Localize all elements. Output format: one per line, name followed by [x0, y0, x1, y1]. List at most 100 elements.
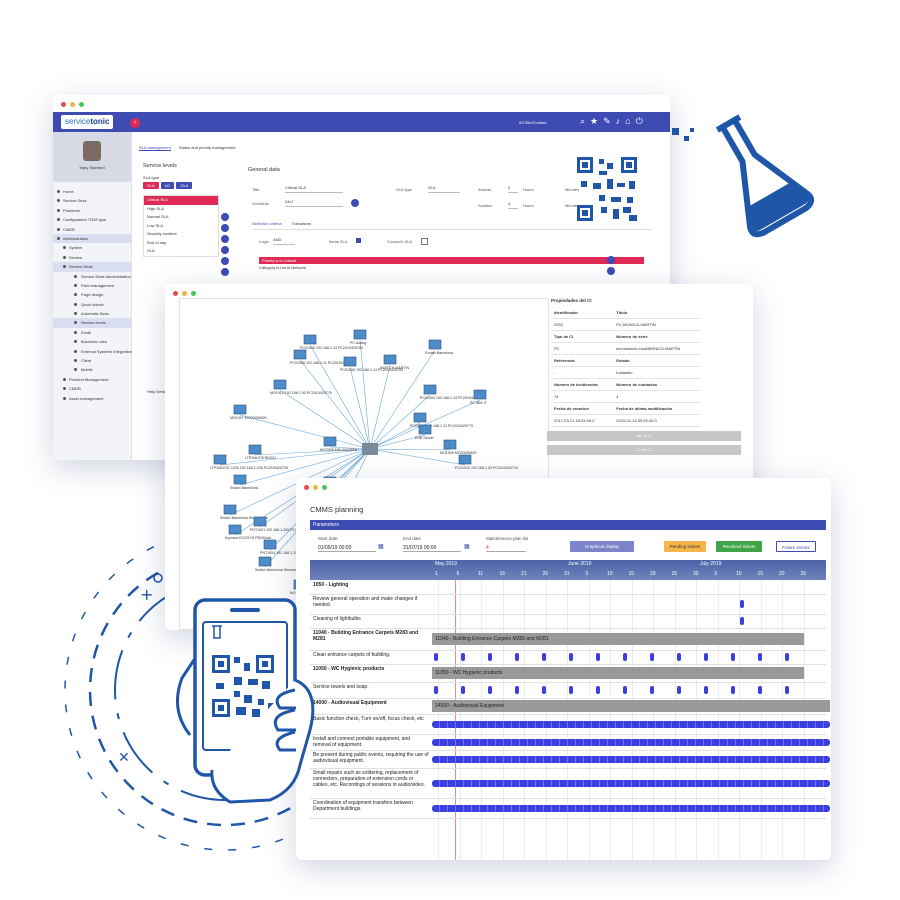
sidebar-item[interactable]: Asset management [53, 394, 131, 403]
sidebar-item[interactable]: Field management [53, 281, 131, 290]
gantt-row[interactable]: Cleaning of lightbulbs [310, 614, 826, 629]
logic-select[interactable]: AND [273, 237, 295, 245]
minimize-dot[interactable] [182, 291, 187, 296]
calendar-icon[interactable]: ▦ [378, 543, 384, 550]
task-group-bar[interactable]: 11050 - WC Hygienic products [432, 667, 804, 679]
event-marker[interactable] [785, 686, 789, 694]
wrench-icon[interactable]: ✎ [603, 116, 611, 127]
event-marker[interactable] [542, 653, 546, 661]
sidebar-item[interactable]: Business rules [53, 337, 131, 346]
network-node[interactable]: MO1007 MO00055629 [230, 404, 267, 420]
priority-criteria-bar[interactable]: Priority is in Critical [259, 257, 644, 264]
contacts-sla-checkbox[interactable] [421, 238, 428, 245]
list-item[interactable]: End of day [144, 239, 218, 248]
add-schedule-icon[interactable] [351, 199, 359, 207]
recurring-event-bar[interactable] [432, 755, 830, 763]
down-icon[interactable] [221, 268, 229, 276]
event-marker[interactable] [461, 686, 465, 694]
minimize-dot[interactable] [70, 102, 75, 107]
category-criteria[interactable]: Category is not in Network [259, 265, 306, 270]
sidebar-item[interactable]: CMDB [53, 225, 131, 234]
list-item[interactable]: Low SLA [144, 222, 218, 231]
gantt-row[interactable]: Review general operation and make change… [310, 594, 826, 615]
event-marker[interactable] [758, 653, 762, 661]
network-node[interactable]: Switch Barcelona [230, 474, 258, 490]
event-marker[interactable] [785, 653, 789, 661]
home-icon[interactable]: ⌂ [625, 116, 630, 127]
network-node[interactable]: MO1009 MO00055529 [440, 439, 477, 455]
sidebar-item[interactable]: System [53, 243, 131, 252]
add-criteria-icon[interactable] [607, 256, 615, 264]
event-marker[interactable] [542, 686, 546, 694]
event-marker[interactable] [650, 686, 654, 694]
gantt-row[interactable]: 11040 - Building Entrance Carpets M283 a… [310, 628, 826, 651]
ola-tag[interactable]: OLA [176, 182, 193, 189]
event-marker[interactable] [488, 653, 492, 661]
event-marker[interactable] [731, 653, 735, 661]
event-marker[interactable] [596, 653, 600, 661]
event-marker[interactable] [677, 653, 681, 661]
sidebar-item[interactable]: Automatic flows [53, 309, 131, 318]
event-marker[interactable] [569, 686, 573, 694]
app-logo[interactable]: servicetonic [61, 115, 114, 129]
edit-criteria-icon[interactable] [607, 267, 615, 275]
gantt-row[interactable]: Service towels and soap. [310, 682, 826, 699]
event-marker[interactable] [623, 686, 627, 694]
gantt-row[interactable]: Be present during public events, requiri… [310, 750, 830, 769]
sidebar-item[interactable]: Service levels [53, 318, 131, 328]
calendar-icon[interactable]: ▦ [464, 543, 470, 550]
up-icon[interactable] [221, 257, 229, 265]
event-marker[interactable] [704, 686, 708, 694]
event-marker[interactable] [758, 686, 762, 694]
list-item[interactable]: Critical SLA [144, 196, 218, 205]
sidebar-item[interactable]: Service Desk Administration [53, 272, 131, 281]
tab-sla-management[interactable]: SLA management [139, 145, 171, 151]
gantt-row[interactable]: Coordination of equipment transfers betw… [310, 798, 830, 819]
uc-tag[interactable]: UC [160, 182, 175, 189]
task-group-bar[interactable]: 11040 - Building Entrance Carpets M283 a… [432, 633, 804, 645]
minimize-dot[interactable] [313, 485, 318, 490]
sidebar-item[interactable]: CMDB [53, 384, 131, 393]
power-icon[interactable]: ⏻ [636, 116, 643, 127]
schedule-select[interactable]: 24x7 [285, 199, 343, 207]
title-field[interactable]: Critical SLA [285, 185, 343, 193]
network-node[interactable]: Router Barcelona [425, 339, 453, 355]
event-marker[interactable] [704, 653, 708, 661]
gantt-row[interactable]: Small repairs such as soldering, replace… [310, 768, 830, 799]
items-sla-checkbox[interactable] [356, 238, 361, 243]
sidebar-item[interactable]: Problem Management [53, 375, 131, 384]
event-marker[interactable] [740, 600, 744, 608]
list-item[interactable]: Security Incident [144, 230, 218, 239]
sidebar-item[interactable]: Email [53, 328, 131, 337]
sidebar-item[interactable]: Quick tickets [53, 300, 131, 309]
sidebar-item[interactable]: Home [53, 187, 131, 196]
graphical-display-button[interactable]: Graphical display [570, 541, 634, 552]
collapse-menu-icon[interactable]: ‹ [130, 118, 140, 128]
sidebar-item[interactable]: Mobile [53, 365, 131, 374]
event-marker[interactable] [515, 686, 519, 694]
close-dot[interactable] [304, 485, 309, 490]
task-group-bar[interactable]: 14000 - Audiovisual Equipment [432, 700, 830, 712]
event-marker[interactable] [740, 617, 744, 625]
gantt-row[interactable]: Basic function check, Turn on/off, focus… [310, 714, 830, 735]
maximize-dot[interactable] [322, 485, 327, 490]
resolved-tickets-button[interactable]: Resolved tickets [716, 541, 762, 552]
list-item[interactable]: Normal SLA [144, 213, 218, 222]
bell-icon[interactable]: ♪ [616, 116, 621, 127]
avatar[interactable] [83, 141, 101, 161]
pending-tickets-button[interactable]: Pending tickets [664, 541, 706, 552]
close-dot[interactable] [173, 291, 178, 296]
gantt-row[interactable]: 14000 - Audiovisual Equipment 14000 - Aud… [310, 698, 830, 715]
event-marker[interactable] [650, 653, 654, 661]
hub-node[interactable] [362, 443, 378, 455]
event-marker[interactable] [569, 653, 573, 661]
answer-value[interactable]: 2 [508, 185, 518, 193]
sidebar-item[interactable]: Client [53, 356, 131, 365]
network-node[interactable]: PC01004 192.168.1.14 PC2019425779 [420, 384, 483, 400]
list-item[interactable]: High SLA [144, 205, 218, 214]
search-icon[interactable]: ⌕ [580, 116, 585, 127]
plan-list-select[interactable]: 4 [486, 545, 526, 552]
sidebar-item[interactable]: Page design [53, 290, 131, 299]
network-node[interactable]: PC Audeg [350, 329, 367, 345]
add-icon[interactable] [221, 213, 229, 221]
